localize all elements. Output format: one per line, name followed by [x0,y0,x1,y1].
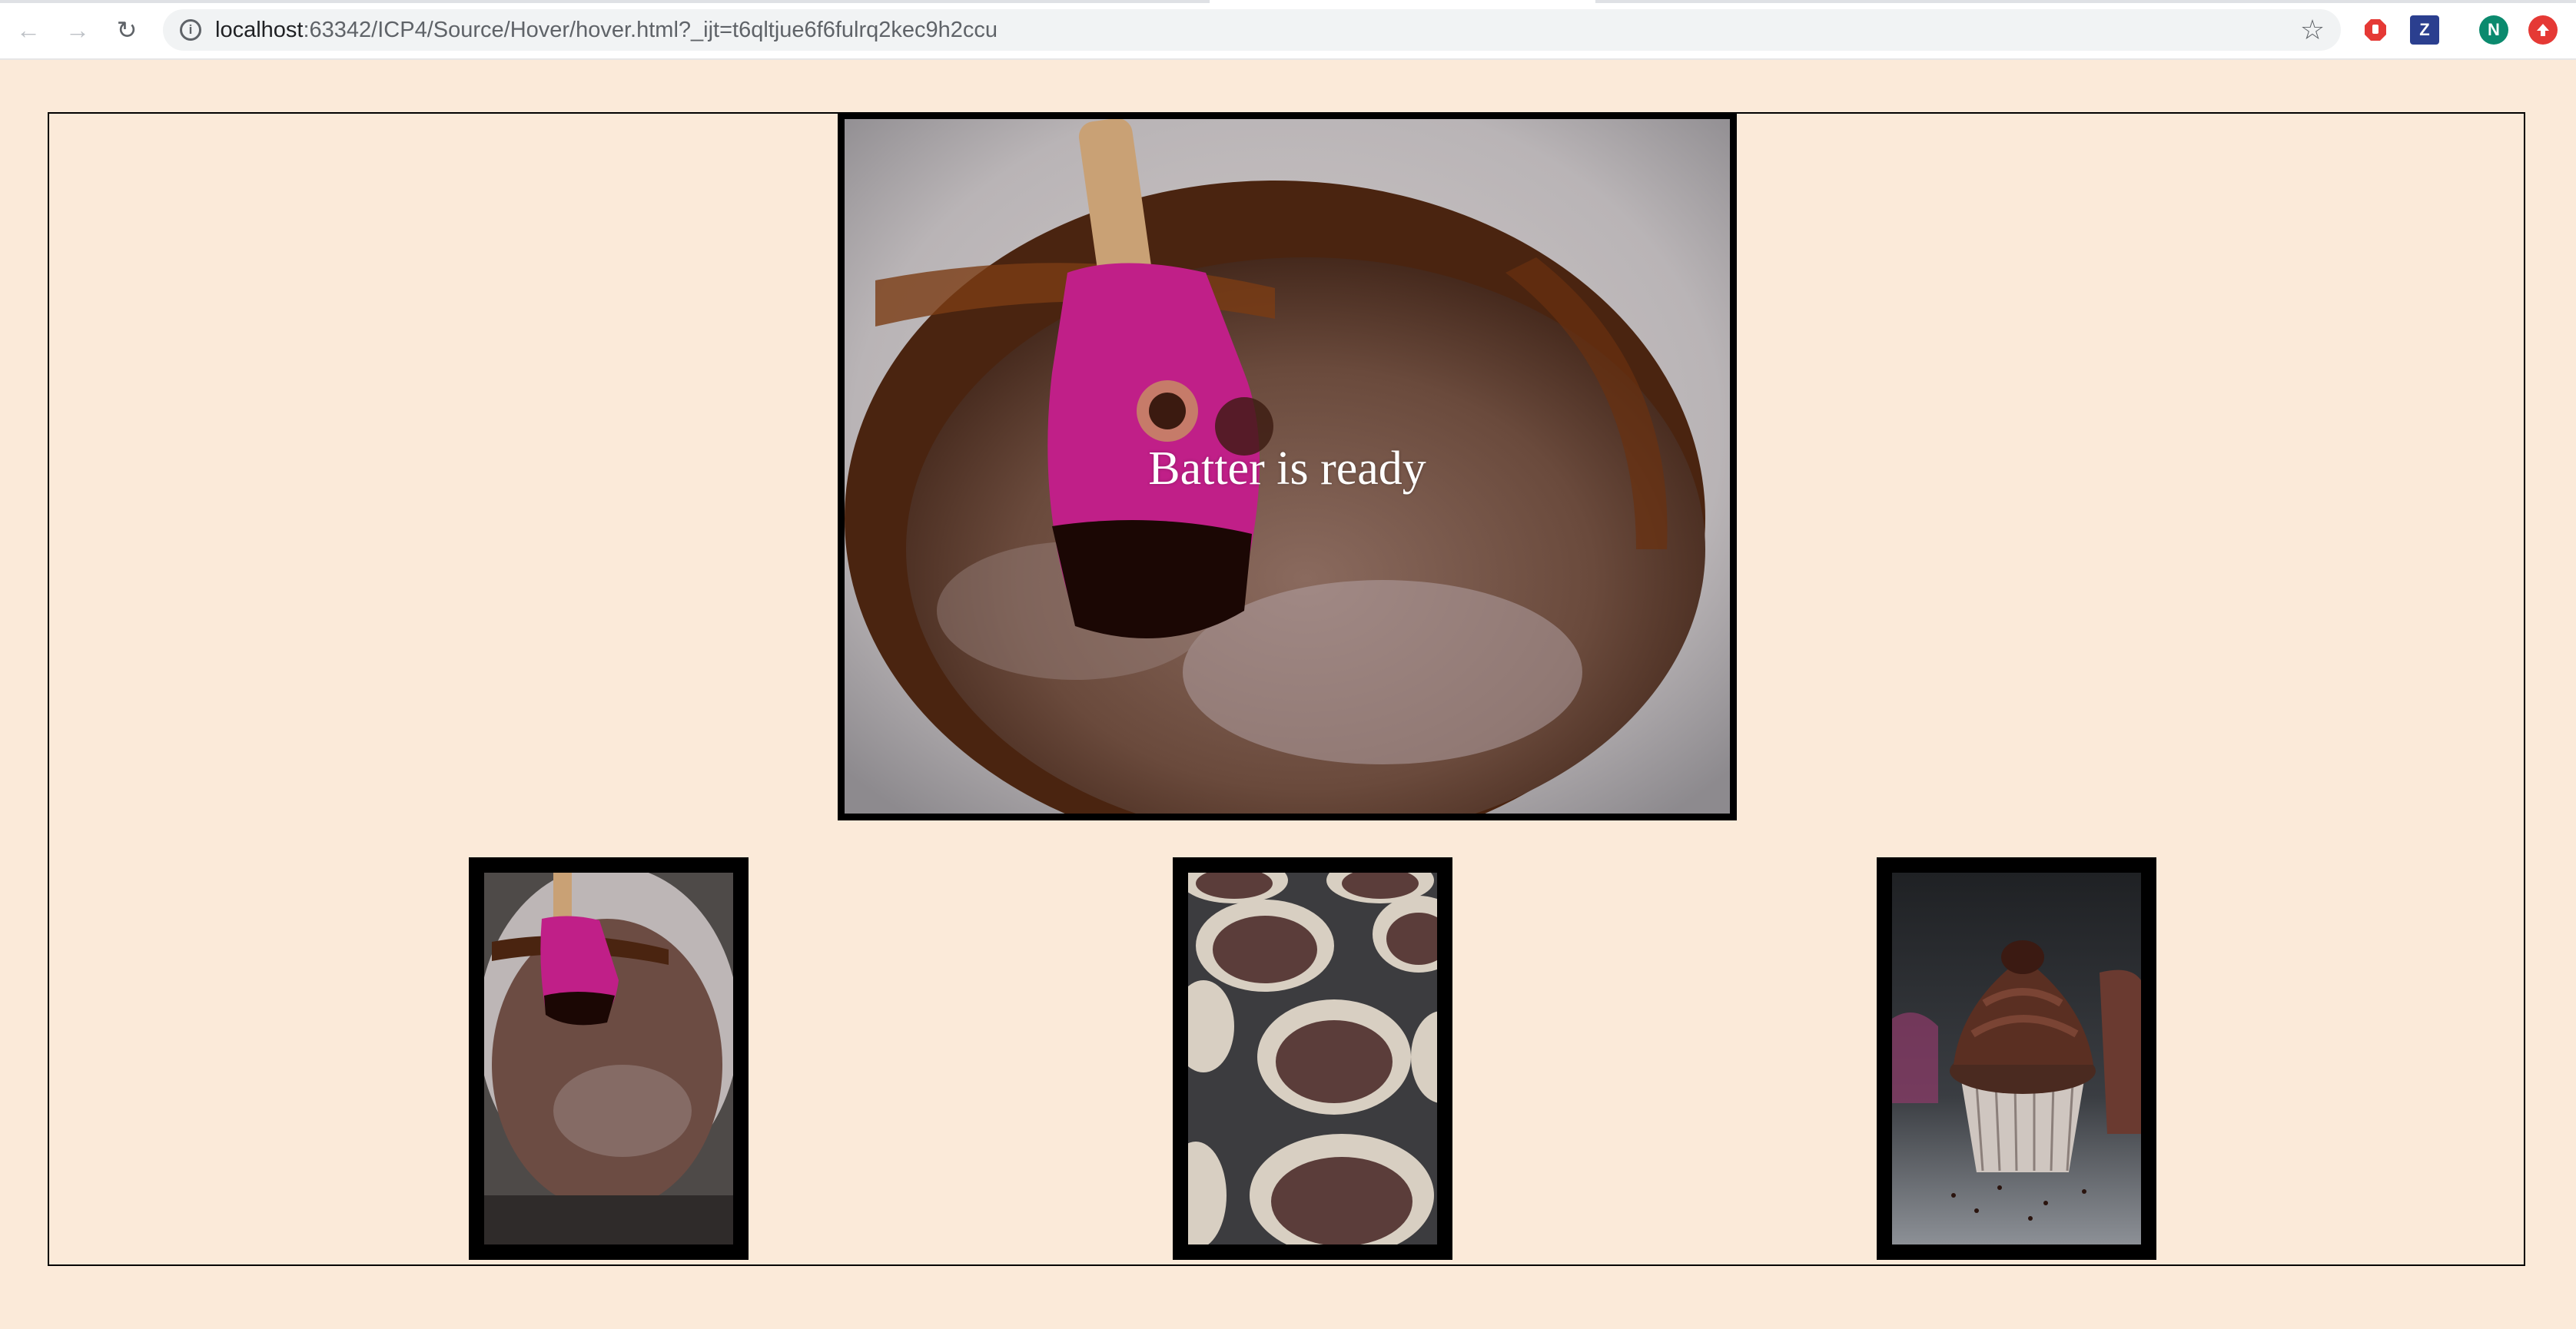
tab-strip-edge [1595,0,2576,3]
hero-image: Batter is ready [838,112,1737,820]
cupcake-tin-thumbnail-image [1188,873,1437,1244]
thumbnail-cupcake-tin[interactable] [1173,857,1452,1260]
back-button[interactable]: ← [12,14,45,46]
arrow-left-icon: ← [16,16,41,44]
adblock-extension-icon[interactable] [2361,15,2390,45]
tab-strip-edge [0,0,1210,3]
hero-caption: Batter is ready [1148,442,1426,495]
url-text[interactable]: localhost:63342/ICP4/Source/Hover/hover.… [215,18,998,43]
url-host: localhost [215,17,304,42]
arrow-right-icon: → [65,16,90,44]
batter-thumbnail-image [484,873,733,1244]
browser-toolbar: ← → ↻ i localhost:63342/ICP4/Source/Hove… [0,0,2576,60]
url-path: :63342/ICP4/Source/Hover/hover.html?_ijt… [303,17,998,42]
zotero-extension-icon[interactable]: Z [2410,15,2439,45]
info-icon[interactable]: i [180,19,201,41]
reload-icon: ↻ [116,16,138,44]
thumbnail-frosted-cupcake[interactable] [1877,857,2156,1260]
zotero-glyph: Z [2419,20,2430,39]
thumbnail-batter[interactable] [469,857,749,1260]
bookmark-star-icon[interactable]: ☆ [2298,15,2327,45]
forward-button[interactable]: → [61,14,94,46]
reload-button[interactable]: ↻ [111,14,143,46]
update-extension-icon[interactable] [2528,15,2558,45]
address-bar[interactable]: i localhost:63342/ICP4/Source/Hover/hove… [163,9,2341,51]
profile-avatar[interactable]: N [2479,15,2508,45]
profile-initial: N [2488,20,2500,39]
frosted-cupcake-thumbnail-image [1892,873,2141,1244]
